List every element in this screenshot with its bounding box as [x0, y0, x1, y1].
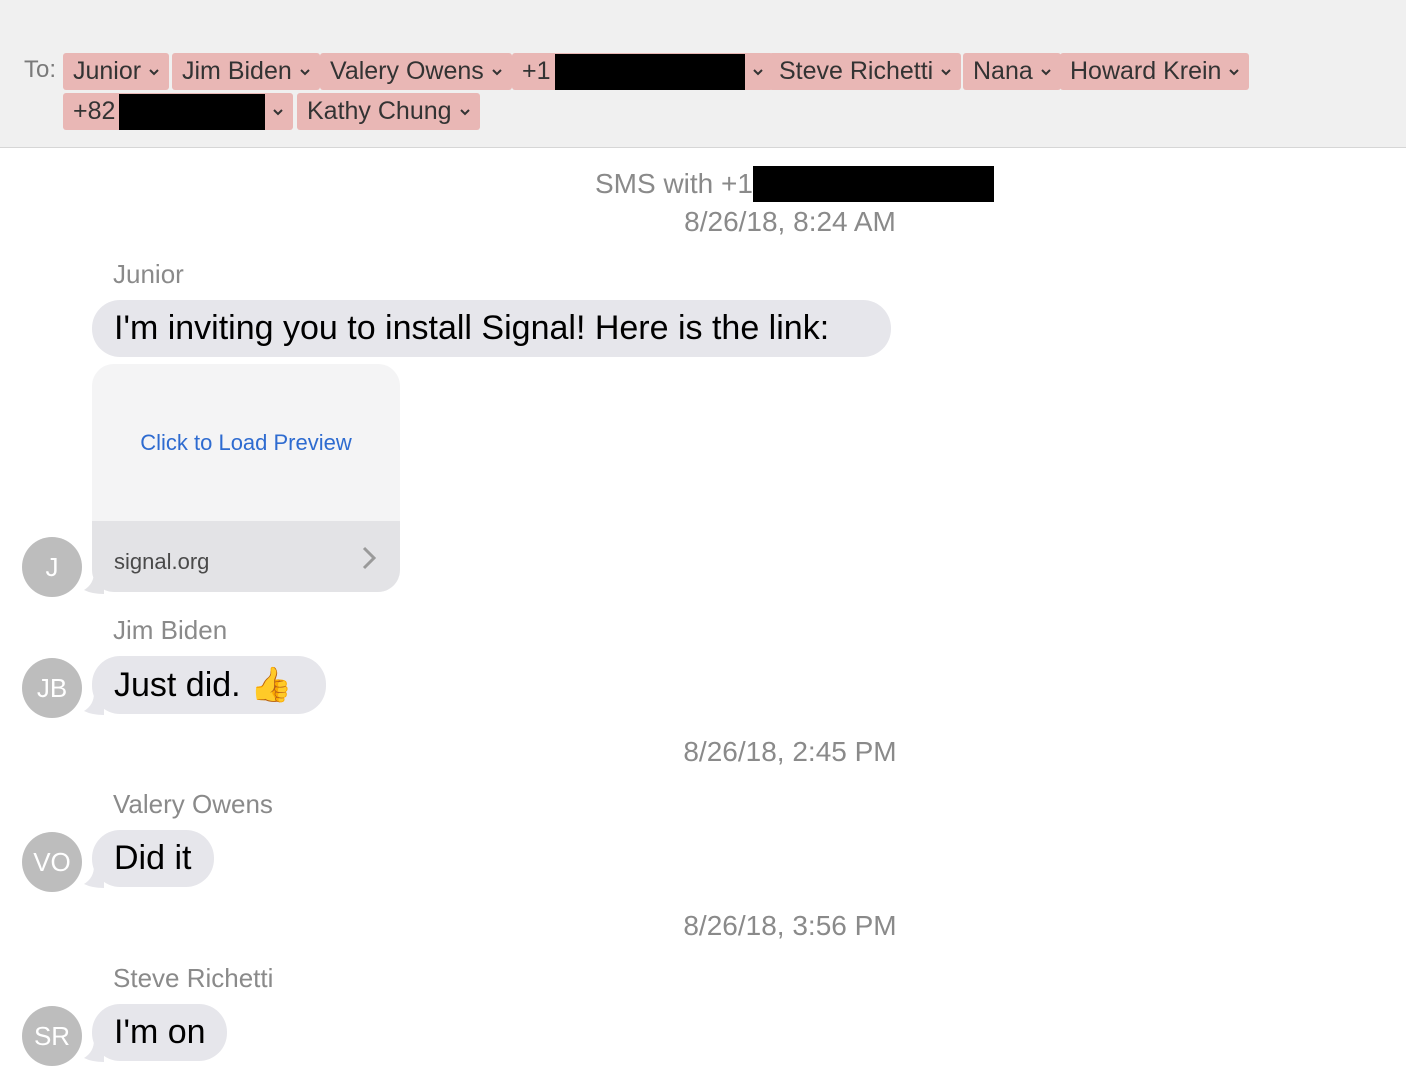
avatar-initials: J	[45, 551, 59, 582]
chevron-down-icon	[1041, 68, 1051, 75]
bubble-tail	[84, 572, 104, 594]
recipient-chip-valery-owens[interactable]: Valery Owens	[320, 53, 512, 90]
recipient-chip-kathy-chung[interactable]: Kathy Chung	[297, 93, 480, 130]
chevron-down-icon	[1229, 68, 1240, 75]
sms-with-header: SMS with +1	[595, 166, 994, 202]
message-text: I'm inviting you to install Signal! Here…	[114, 309, 830, 347]
recipients-header: To: Junior Jim Biden Valery Owens +1 Ste…	[0, 0, 1406, 148]
recipient-name: Valery Owens	[330, 57, 484, 85]
chevron-down-icon	[149, 68, 159, 75]
recipient-name: Steve Richetti	[779, 57, 934, 85]
sender-name: Steve Richetti	[113, 963, 274, 993]
sender-name: Jim Biden	[113, 615, 228, 645]
recipient-chip-junior[interactable]: Junior	[63, 53, 170, 90]
bubble-tail	[84, 1040, 104, 1062]
recipient-name: +1	[522, 57, 551, 85]
message-bubble[interactable]: Did it	[92, 830, 214, 887]
link-preview-footer[interactable]: signal.org	[92, 521, 400, 592]
avatar: JB	[22, 658, 82, 718]
recipient-chip-jim-biden[interactable]: Jim Biden	[172, 53, 320, 90]
message-text: I'm on	[114, 1013, 206, 1051]
load-preview-link[interactable]: Click to Load Preview	[140, 430, 352, 456]
recipient-chip-howard-krein[interactable]: Howard Krein	[1060, 53, 1250, 90]
chevron-down-icon	[752, 68, 763, 75]
recipient-name: Kathy Chung	[307, 97, 452, 125]
timestamp: 8/26/18, 2:45 PM	[683, 736, 897, 767]
bubble-tail	[84, 866, 104, 888]
avatar-initials: SR	[33, 1020, 71, 1051]
message-bubble[interactable]: I'm on	[92, 1004, 227, 1061]
recipient-name: Junior	[73, 57, 142, 85]
message-bubble[interactable]: I'm inviting you to install Signal! Here…	[92, 300, 891, 357]
recipient-chip-nana[interactable]: Nana	[963, 53, 1061, 90]
link-domain: signal.org	[114, 549, 210, 574]
chevron-down-icon	[492, 68, 502, 75]
sender-name: Valery Owens	[113, 789, 273, 819]
sender-name: Junior	[113, 259, 184, 289]
avatar-initials: JB	[36, 672, 68, 703]
link-preview-placeholder[interactable]: Click to Load Preview	[92, 364, 400, 521]
message-text: Did it	[114, 839, 192, 877]
recipient-name: +82	[73, 97, 116, 125]
bubble-tail	[84, 693, 104, 715]
link-preview-card[interactable]: Click to Load Preview signal.org	[92, 364, 400, 592]
redaction-bar	[119, 93, 266, 130]
avatar-initials: VO	[33, 846, 71, 877]
recipient-name: Nana	[973, 57, 1033, 85]
avatar: VO	[22, 832, 82, 892]
chevron-down-icon	[300, 68, 310, 75]
redaction-bar	[554, 53, 745, 90]
avatar: SR	[22, 1006, 82, 1066]
sms-with-label: SMS with +1	[595, 168, 753, 199]
recipient-name: Jim Biden	[182, 57, 292, 85]
chevron-down-icon	[459, 108, 470, 115]
message-text: Just did. 👍	[114, 666, 293, 704]
chevron-down-icon	[273, 108, 284, 115]
timestamp: 8/26/18, 3:56 PM	[683, 910, 897, 941]
redaction-bar	[752, 166, 994, 202]
timestamp: 8/26/18, 8:24 AM	[684, 206, 896, 237]
chevron-right-icon	[362, 546, 377, 570]
avatar: J	[22, 537, 82, 597]
chevron-down-icon	[941, 68, 951, 75]
recipient-chip-redacted-82[interactable]: +82	[63, 93, 294, 130]
recipient-chip-redacted-1[interactable]: +1	[512, 53, 773, 90]
message-bubble[interactable]: Just did. 👍	[92, 656, 326, 714]
recipient-name: Howard Krein	[1070, 57, 1222, 85]
recipient-chip-steve-richetti[interactable]: Steve Richetti	[769, 53, 962, 90]
to-label: To:	[24, 56, 57, 83]
